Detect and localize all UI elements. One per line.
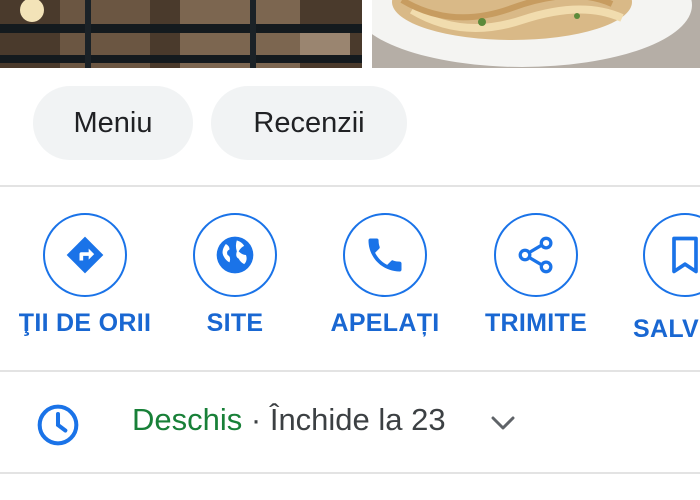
divider	[0, 472, 700, 474]
save-label: SALV	[633, 315, 700, 343]
call-label: APELAȚI	[330, 309, 440, 337]
website-label: SITE	[206, 309, 264, 337]
reviews-chip[interactable]: Recenzii	[211, 86, 407, 160]
menu-chip[interactable]: Meniu	[33, 86, 193, 160]
call-button[interactable]: APELAȚI	[307, 213, 467, 353]
opening-hours-row[interactable]: Deschis · Închide la 23	[0, 372, 700, 472]
phone-icon	[343, 213, 427, 297]
directions-label: ŢII DE ORII	[18, 309, 152, 337]
clock-icon	[37, 404, 79, 446]
restaurant-interior-photo[interactable]	[0, 0, 362, 68]
pasta-dish-photo[interactable]	[372, 0, 700, 68]
divider	[0, 185, 700, 187]
share-button[interactable]: TRIMITE	[458, 213, 618, 353]
place-details-screen: Meniu Recenzii ŢII DE ORII SITE APELAȚI …	[0, 0, 700, 500]
save-button[interactable]: SALV	[607, 213, 700, 353]
share-label: TRIMITE	[484, 309, 588, 337]
hours-separator: ·	[242, 402, 270, 437]
globe-icon	[193, 213, 277, 297]
share-icon	[494, 213, 578, 297]
interior-photo-image	[0, 0, 362, 68]
closing-time: Închide la 23	[269, 402, 446, 437]
dish-photo-image	[372, 0, 700, 68]
open-status: Deschis	[132, 402, 243, 437]
directions-button[interactable]: ŢII DE ORII	[7, 213, 167, 353]
directions-icon	[43, 213, 127, 297]
hours-summary: Deschis · Închide la 23	[132, 402, 446, 438]
chevron-down-icon[interactable]	[488, 412, 518, 434]
bookmark-icon	[643, 213, 700, 297]
website-button[interactable]: SITE	[157, 213, 317, 353]
